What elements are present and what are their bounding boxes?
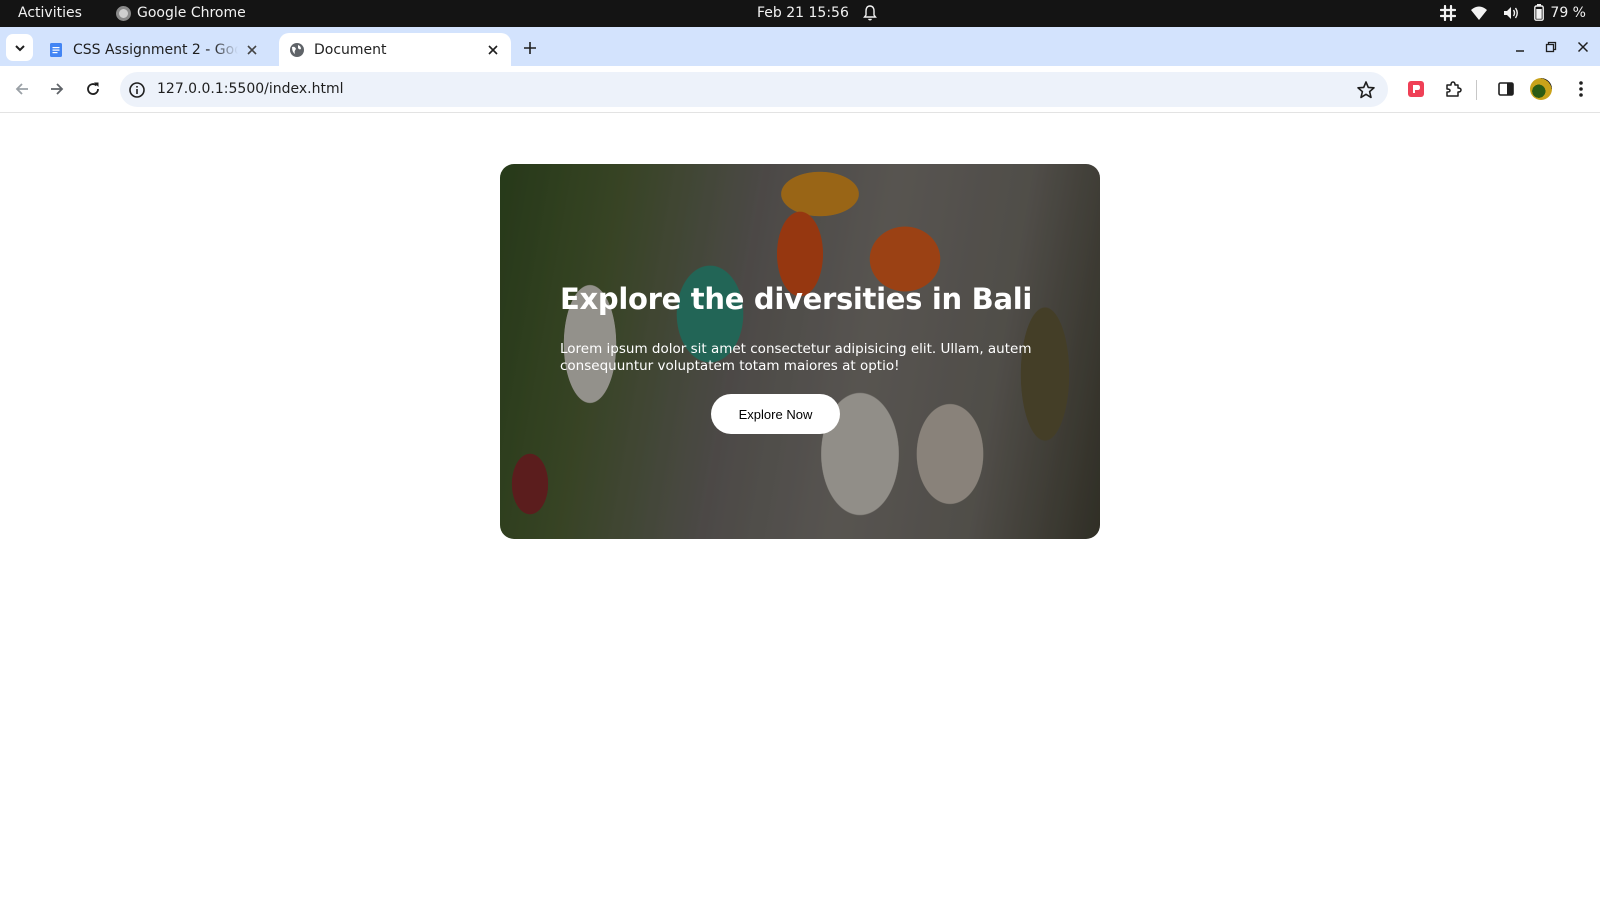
restore-icon — [1545, 41, 1557, 53]
reload-button[interactable] — [81, 77, 105, 101]
notification-bell-icon[interactable] — [862, 4, 878, 22]
tab-close-button[interactable] — [244, 42, 260, 58]
battery-indicator[interactable]: 79 % — [1534, 4, 1586, 21]
arrow-right-icon — [51, 83, 64, 95]
wifi-icon[interactable] — [1470, 5, 1488, 21]
forward-button[interactable] — [45, 77, 69, 101]
globe-icon — [290, 42, 304, 57]
site-info-icon[interactable] — [128, 81, 146, 99]
system-tray[interactable]: 79 % — [1440, 4, 1586, 21]
battery-percentage: 79 % — [1550, 4, 1586, 21]
new-tab-button[interactable] — [520, 38, 540, 58]
tab-css-assignment[interactable]: CSS Assignment 2 - Google Docs — [38, 33, 270, 66]
bookmark-star-icon[interactable] — [1356, 80, 1376, 100]
app-name: Google Chrome — [137, 5, 246, 21]
arrow-left-icon — [15, 83, 28, 95]
back-button[interactable] — [10, 77, 34, 101]
close-icon — [488, 44, 498, 55]
tab-title: CSS Assignment 2 - Google Docs — [73, 41, 238, 58]
page-viewport: Explore the diversities in Bali Lorem ip… — [0, 113, 1600, 900]
chevron-down-icon — [14, 44, 25, 51]
tab-search-button[interactable] — [6, 34, 33, 61]
url-text[interactable]: 127.0.0.1:5500/index.html — [157, 81, 344, 97]
chrome-icon — [116, 5, 131, 21]
hero-description: Lorem ipsum dolor sit amet consectetur a… — [560, 341, 1032, 374]
battery-icon — [1534, 4, 1545, 21]
toolbar-divider — [1476, 80, 1477, 100]
address-bar[interactable]: 127.0.0.1:5500/index.html — [120, 72, 1388, 107]
extensions-menu-button[interactable] — [1442, 78, 1464, 100]
side-panel-icon — [1498, 82, 1514, 96]
browser-toolbar: 127.0.0.1:5500/index.html — [0, 66, 1600, 113]
close-icon — [247, 44, 257, 55]
system-top-bar: Activities Google Chrome Feb 21 15:56 79… — [0, 0, 1600, 27]
tab-document[interactable]: Document — [279, 33, 511, 66]
plus-icon — [524, 42, 536, 54]
app-menu[interactable]: Google Chrome — [116, 5, 246, 21]
extension-button[interactable] — [1405, 78, 1427, 100]
tab-close-button[interactable] — [485, 42, 501, 58]
reload-icon — [87, 82, 99, 95]
puzzle-icon — [1446, 81, 1462, 97]
minimize-icon — [1516, 50, 1524, 52]
volume-icon[interactable] — [1502, 5, 1520, 21]
close-window-button[interactable] — [1573, 37, 1593, 57]
minimize-button[interactable] — [1510, 37, 1530, 57]
restore-button[interactable] — [1541, 37, 1561, 57]
clock[interactable]: Feb 21 15:56 — [757, 5, 849, 21]
activities-button[interactable]: Activities — [18, 5, 82, 21]
explore-now-button[interactable]: Explore Now — [711, 394, 840, 434]
hero-heading: Explore the diversities in Bali — [560, 282, 1033, 316]
slack-icon[interactable] — [1440, 4, 1457, 21]
hero-card: Explore the diversities in Bali Lorem ip… — [500, 164, 1100, 539]
docs-icon — [50, 42, 62, 57]
close-icon — [1577, 41, 1589, 53]
profile-avatar[interactable] — [1530, 78, 1552, 100]
tab-strip: CSS Assignment 2 - Google Docs Document — [0, 27, 1600, 66]
chrome-menu-button[interactable] — [1570, 78, 1592, 100]
side-panel-button[interactable] — [1495, 78, 1517, 100]
pocket-extension-icon — [1408, 81, 1424, 97]
kebab-menu-icon — [1579, 81, 1583, 97]
tab-title: Document — [314, 41, 387, 58]
